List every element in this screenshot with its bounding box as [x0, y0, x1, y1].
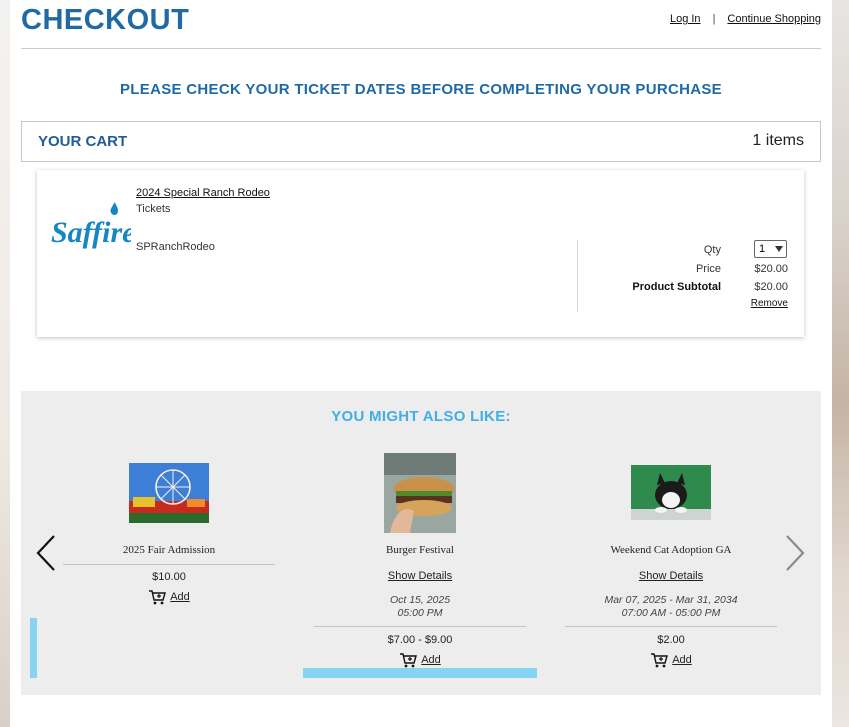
carousel-accent-bar [303, 668, 537, 678]
qty-label: Qty [703, 244, 721, 256]
page-title: CHECKOUT [21, 4, 190, 36]
item-detail-divider [577, 240, 578, 312]
recommendations-section: YOU MIGHT ALSO LIKE: 2025 Fair Admission… [21, 391, 821, 695]
subtotal-value: $20.00 [754, 281, 788, 293]
reco-divider [63, 564, 275, 565]
reco-add-label: Add [170, 591, 190, 603]
cart-item-sku: SPRanchRodeo [136, 241, 215, 253]
reco-date: Oct 15, 2025 [389, 594, 451, 606]
reco-time: 05:00 PM [397, 607, 443, 619]
cart-item-type: Tickets [136, 203, 171, 215]
burger-image[interactable] [384, 453, 456, 533]
reco-time: 07:00 AM - 05:00 PM [621, 607, 721, 619]
qty-select[interactable]: 1 [754, 240, 787, 258]
reco-add-button[interactable]: Add [565, 652, 777, 668]
reco-price: $7.00 - $9.00 [387, 634, 453, 646]
price-value: $20.00 [754, 263, 788, 275]
header-links: Log In | Continue Shopping [670, 13, 821, 25]
saffire-logo-icon: Saffire [51, 202, 131, 249]
cart-add-icon [400, 653, 418, 668]
link-separator: | [712, 13, 716, 25]
reco-name: 2025 Fair Admission [122, 544, 216, 556]
qty-value: 1 [759, 243, 766, 255]
price-label: Price [695, 263, 721, 275]
login-link[interactable]: Log In [670, 13, 701, 25]
cart-add-icon [651, 653, 669, 668]
reco-add-button[interactable]: Add [63, 589, 275, 605]
reco-date: Mar 07, 2025 - Mar 31, 2034 [604, 594, 738, 606]
subtotal-label: Product Subtotal [632, 281, 721, 293]
cart-add-icon [149, 590, 167, 605]
reco-name: Burger Festival [386, 544, 454, 556]
remove-link[interactable]: Remove [751, 298, 788, 309]
header-divider [21, 48, 821, 49]
recommendations-title: YOU MIGHT ALSO LIKE: [331, 408, 511, 425]
show-details-link[interactable]: Show Details [565, 570, 777, 582]
carousel-prev-icon[interactable] [34, 533, 58, 573]
background-right [832, 0, 849, 727]
reco-price: $10.00 [152, 571, 186, 583]
show-details-link[interactable]: Show Details [314, 570, 526, 582]
ticket-date-notice: PLEASE CHECK YOUR TICKET DATES BEFORE CO… [120, 81, 722, 98]
cat-image[interactable] [631, 465, 711, 520]
svg-text:Saffire: Saffire [51, 216, 131, 249]
cart-item-card: Saffire 2024 Special Ranch Rodeo Tickets… [37, 170, 804, 337]
cart-header: YOUR CART 1 items [21, 121, 821, 162]
chevron-down-icon [775, 246, 783, 252]
reco-add-label: Add [672, 654, 692, 666]
cart-item-name-link[interactable]: 2024 Special Ranch Rodeo [136, 187, 270, 199]
reco-name: Weekend Cat Adoption GA [610, 544, 732, 556]
reco-add-label: Add [421, 654, 441, 666]
reco-divider [565, 626, 777, 627]
background-left [0, 0, 10, 727]
cart-title: YOUR CART [38, 133, 128, 150]
checkout-panel: CHECKOUT Log In | Continue Shopping PLEASE… [10, 0, 832, 727]
carousel-next-icon[interactable] [783, 533, 807, 573]
reco-price: $2.00 [657, 634, 685, 646]
fair-ferris-wheel-image[interactable] [129, 463, 209, 523]
cart-item-count: 1 items [752, 132, 804, 149]
reco-divider [314, 626, 526, 627]
reco-add-button[interactable]: Add [314, 652, 526, 668]
continue-shopping-link[interactable]: Continue Shopping [727, 13, 821, 25]
carousel-accent-left [30, 618, 37, 678]
